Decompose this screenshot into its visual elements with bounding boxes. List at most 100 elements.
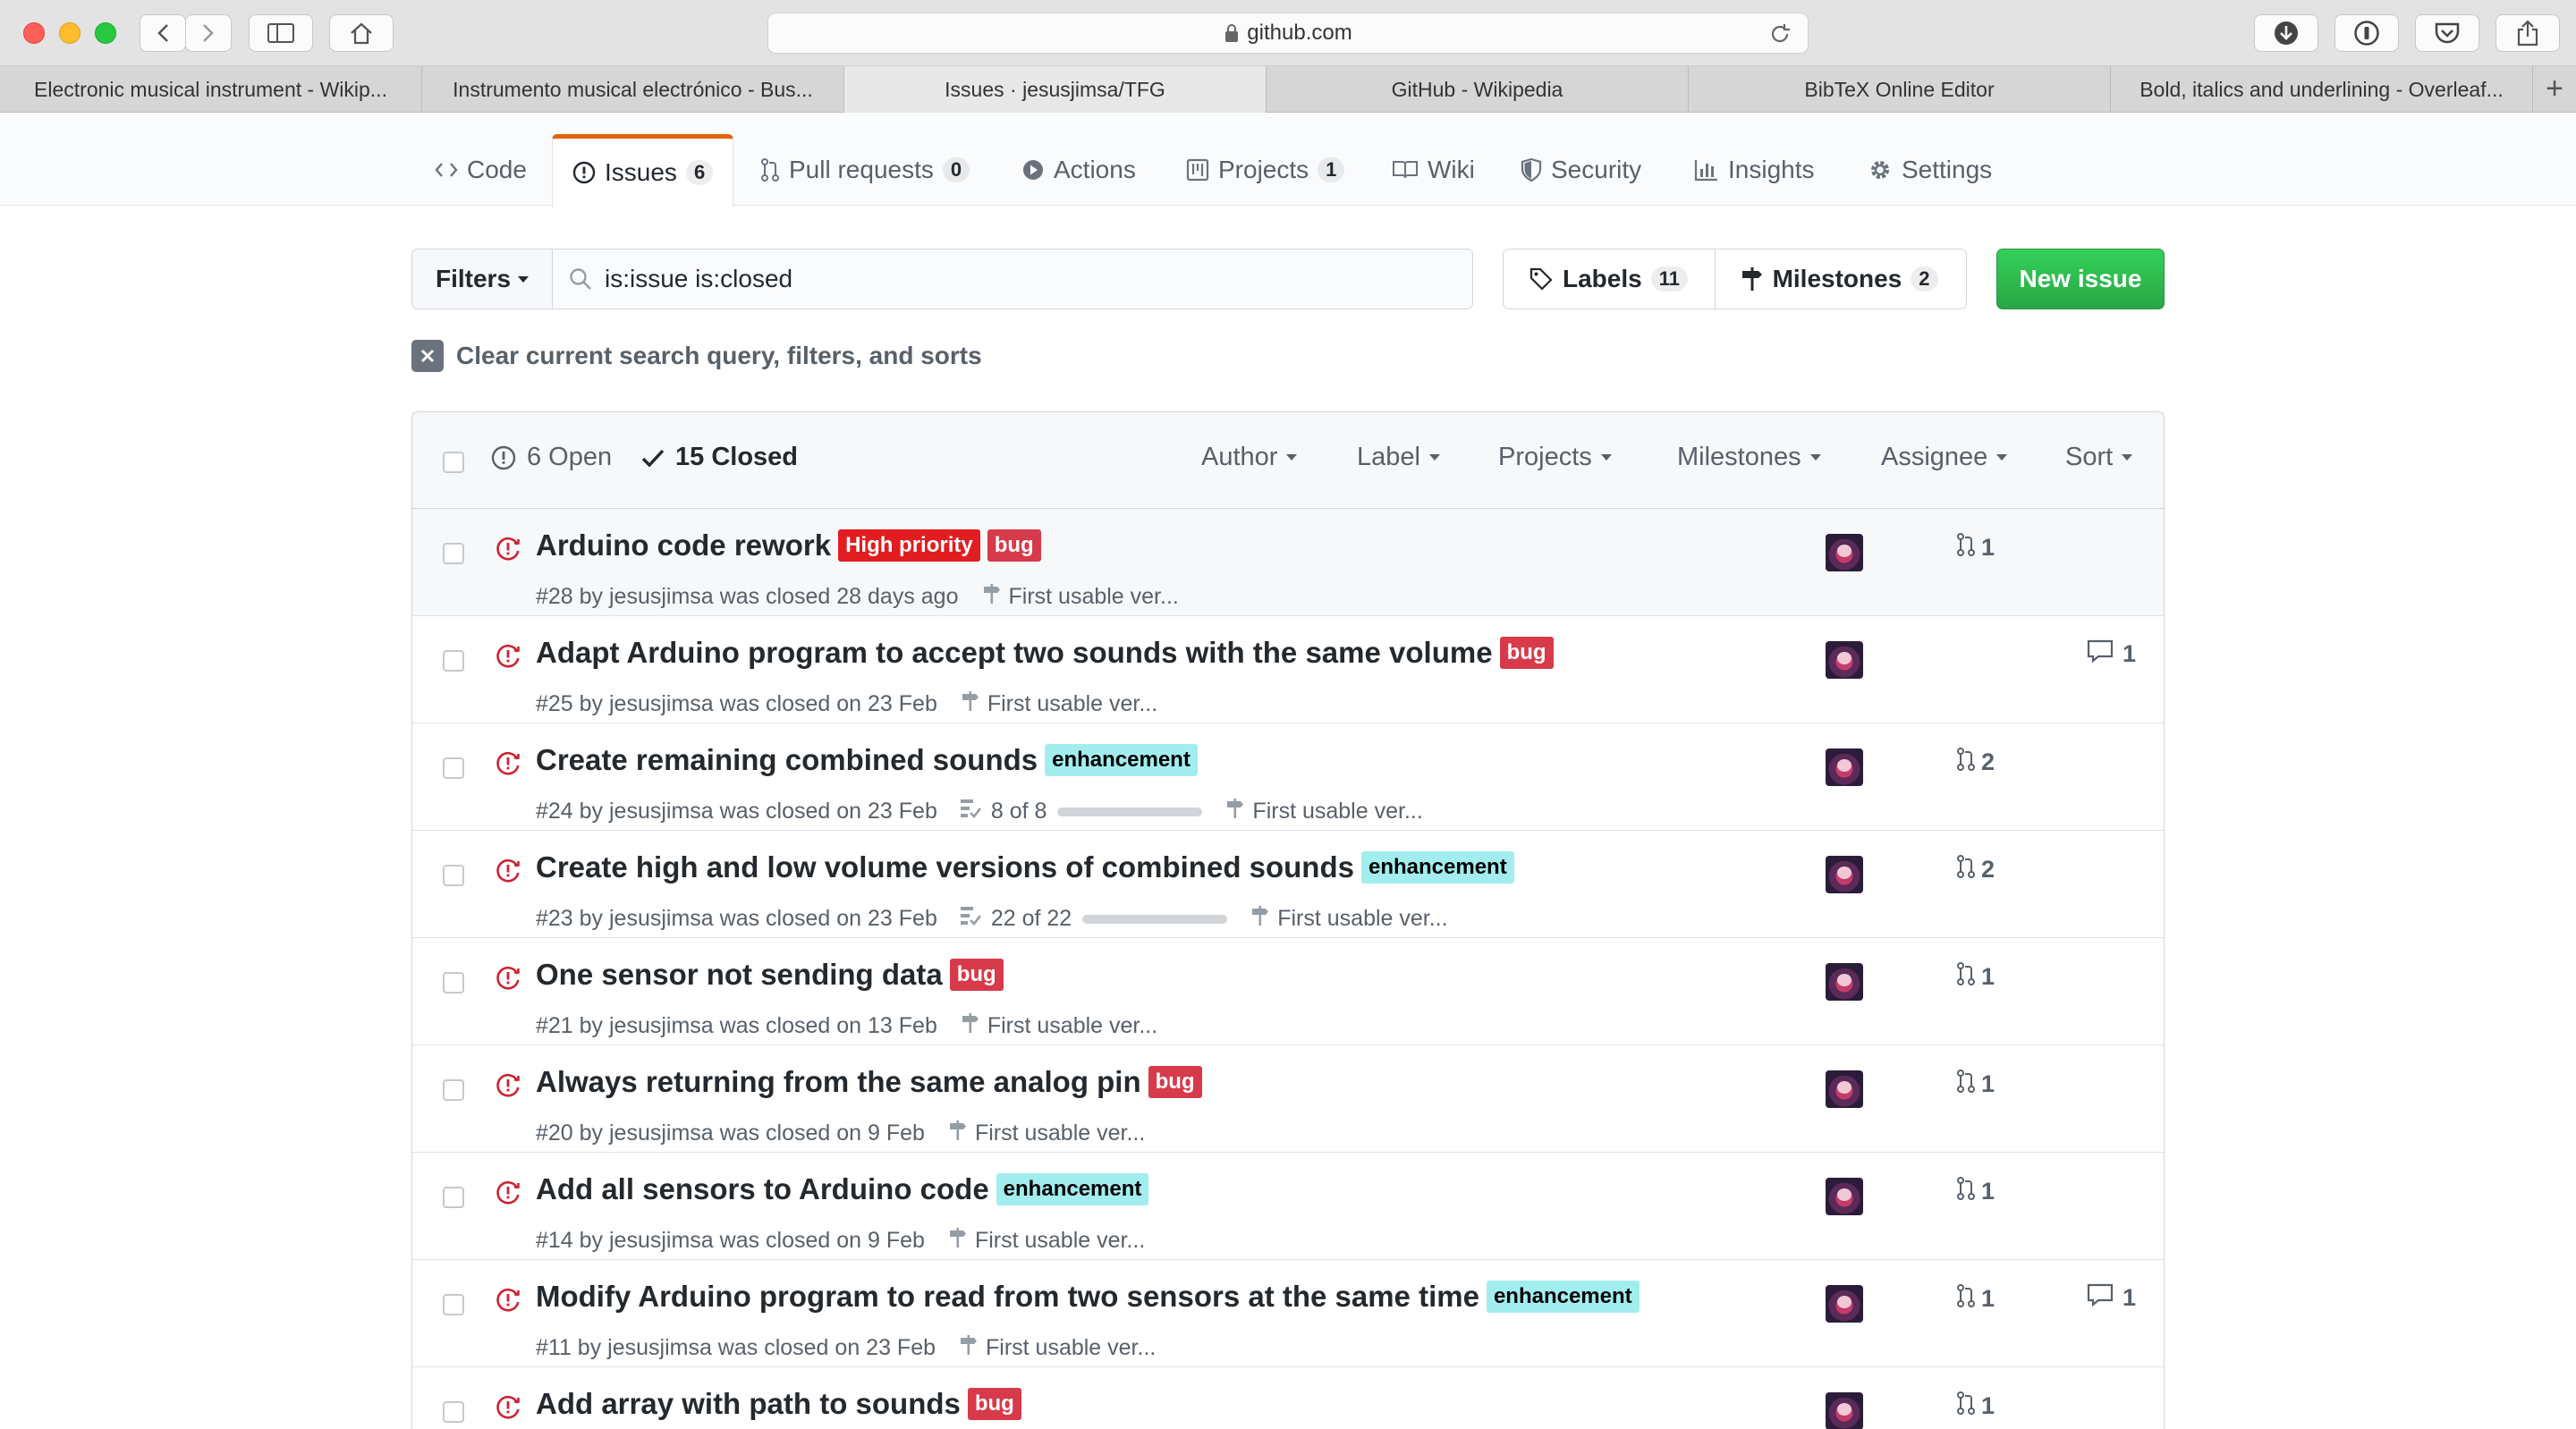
assignee-avatar[interactable] (1826, 856, 1863, 893)
issue-checkbox[interactable] (443, 1187, 464, 1208)
assignee-avatar[interactable] (1826, 1178, 1863, 1215)
linked-pull-requests[interactable]: 1 (1956, 1391, 1995, 1422)
issue-label[interactable]: bug (949, 959, 1004, 991)
issue-title[interactable]: Create remaining combined sounds (536, 743, 1038, 777)
linked-pull-requests[interactable]: 2 (1956, 747, 1995, 778)
issue-comments[interactable]: 1 (2087, 639, 2136, 669)
issue-label[interactable]: bug (967, 1388, 1021, 1420)
issue-checkbox[interactable] (443, 757, 464, 779)
assignee-avatar[interactable] (1826, 641, 1863, 679)
issue-title[interactable]: Adapt Arduino program to accept two soun… (536, 636, 1493, 670)
tab-security[interactable]: Security (1521, 134, 1641, 206)
issue-label[interactable]: enhancement (1045, 744, 1198, 776)
search-input[interactable] (605, 265, 1410, 293)
new-issue-button[interactable]: New issue (1996, 249, 2165, 309)
issue-checkbox[interactable] (443, 1079, 464, 1101)
issue-row[interactable]: Add array with path to sounds bug 1 (412, 1367, 2164, 1429)
issue-checkbox[interactable] (443, 865, 464, 886)
tab-actions[interactable]: Actions (1021, 134, 1136, 206)
password-manager-button[interactable] (2334, 14, 2399, 52)
issue-title[interactable]: Modify Arduino program to read from two … (536, 1280, 1479, 1314)
downloads-button[interactable] (2254, 14, 2318, 52)
issue-label[interactable]: enhancement (996, 1173, 1149, 1205)
tab-issues[interactable]: Issues 6 (552, 134, 734, 207)
label-filter[interactable]: Label (1357, 443, 1440, 472)
sort-filter[interactable]: Sort (2065, 443, 2133, 472)
issue-milestone[interactable]: First usable ver... (1225, 797, 1423, 826)
closed-issues-tab[interactable]: 15 Closed (641, 443, 798, 472)
browser-tab[interactable]: BibTeX Online Editor (1689, 66, 2111, 113)
assignee-avatar[interactable] (1826, 1285, 1863, 1323)
issue-row[interactable]: Add all sensors to Arduino code enhanceme… (412, 1153, 2164, 1260)
back-button[interactable] (140, 14, 186, 52)
issue-title[interactable]: Arduino code rework (536, 528, 831, 562)
milestones-button[interactable]: Milestones 2 (1714, 249, 1966, 309)
issue-label[interactable]: High priority (838, 529, 980, 562)
issue-milestone[interactable]: First usable ver... (1250, 904, 1448, 934)
issue-milestone[interactable]: First usable ver... (982, 582, 1179, 612)
assignee-avatar[interactable] (1826, 1392, 1863, 1429)
projects-filter[interactable]: Projects (1498, 443, 1612, 472)
linked-pull-requests[interactable]: 1 (1956, 532, 1995, 563)
issue-checkbox[interactable] (443, 1401, 464, 1423)
browser-tab[interactable]: GitHub - Wikipedia (1267, 66, 1689, 113)
reload-icon[interactable] (1768, 22, 1792, 46)
issue-title[interactable]: Add array with path to sounds (536, 1387, 961, 1421)
browser-tab-active[interactable]: Issues · jesusjimsa/TFG (844, 66, 1267, 113)
browser-tab[interactable]: Bold, italics and underlining - Overleaf… (2111, 66, 2533, 113)
linked-pull-requests[interactable]: 1 (1956, 1176, 1995, 1207)
browser-tab[interactable]: Instrumento musical electrónico - Bus... (422, 66, 844, 113)
issue-title[interactable]: Create high and low volume versions of c… (536, 850, 1354, 884)
issue-milestone[interactable]: First usable ver... (959, 1333, 1156, 1363)
pocket-button[interactable] (2415, 14, 2479, 52)
labels-button[interactable]: Labels 11 (1504, 249, 1715, 309)
issue-milestone[interactable]: First usable ver... (961, 1011, 1157, 1041)
issue-row[interactable]: Adapt Arduino program to accept two soun… (412, 616, 2164, 723)
issue-row[interactable]: One sensor not sending data bug #21 by jes… (412, 938, 2164, 1045)
issue-milestone[interactable]: First usable ver... (948, 1119, 1145, 1148)
issue-label[interactable]: bug (1499, 637, 1554, 669)
home-button[interactable] (329, 14, 394, 52)
issue-milestone[interactable]: First usable ver... (948, 1226, 1145, 1256)
assignee-avatar[interactable] (1826, 1070, 1863, 1108)
linked-pull-requests[interactable]: 1 (1956, 961, 1995, 993)
linked-pull-requests[interactable]: 1 (1956, 1283, 1995, 1315)
tab-pull-requests[interactable]: Pull requests 0 (760, 134, 970, 206)
issue-row[interactable]: Create remaining combined sounds enhancem… (412, 723, 2164, 831)
tab-wiki[interactable]: Wiki (1392, 134, 1475, 206)
sidebar-toggle-button[interactable] (249, 14, 313, 52)
zoom-window-button[interactable] (95, 22, 116, 44)
issue-label[interactable]: bug (987, 529, 1041, 562)
close-window-button[interactable] (23, 22, 45, 44)
issue-label[interactable]: enhancement (1486, 1281, 1640, 1313)
issue-checkbox[interactable] (443, 972, 464, 994)
issue-row[interactable]: Always returning from the same analog pi… (412, 1045, 2164, 1153)
issue-title[interactable]: Always returning from the same analog pi… (536, 1065, 1141, 1099)
browser-tab[interactable]: Electronic musical instrument - Wikip... (0, 66, 422, 113)
issue-row[interactable]: Modify Arduino program to read from two … (412, 1260, 2164, 1367)
issue-label[interactable]: bug (1148, 1066, 1202, 1098)
linked-pull-requests[interactable]: 2 (1956, 854, 1995, 885)
issue-row[interactable]: Create high and low volume versions of c… (412, 831, 2164, 938)
open-issues-tab[interactable]: 6 Open (491, 443, 612, 472)
clear-filters-link[interactable]: Clear current search query, filters, and… (411, 340, 982, 372)
issue-title[interactable]: One sensor not sending data (536, 958, 943, 992)
select-all-checkbox[interactable] (443, 452, 464, 473)
issue-row[interactable]: Arduino code rework High priority bug #28 b… (412, 509, 2164, 616)
share-button[interactable] (2496, 14, 2560, 52)
tab-settings[interactable]: Settings (1868, 134, 1992, 206)
new-tab-button[interactable]: + (2533, 66, 2576, 112)
linked-pull-requests[interactable]: 1 (1956, 1069, 1995, 1100)
tab-code[interactable]: Code (435, 134, 527, 206)
issue-checkbox[interactable] (443, 543, 464, 564)
filters-button[interactable]: Filters (411, 249, 553, 309)
issue-milestone[interactable]: First usable ver... (961, 689, 1157, 719)
issue-title[interactable]: Add all sensors to Arduino code (536, 1172, 989, 1206)
minimize-window-button[interactable] (59, 22, 80, 44)
assignee-filter[interactable]: Assignee (1881, 443, 2008, 472)
forward-button[interactable] (185, 14, 232, 52)
assignee-avatar[interactable] (1826, 963, 1863, 1001)
assignee-avatar[interactable] (1826, 534, 1863, 571)
issue-label[interactable]: enhancement (1360, 851, 1514, 884)
tab-insights[interactable]: Insights (1694, 134, 1815, 206)
